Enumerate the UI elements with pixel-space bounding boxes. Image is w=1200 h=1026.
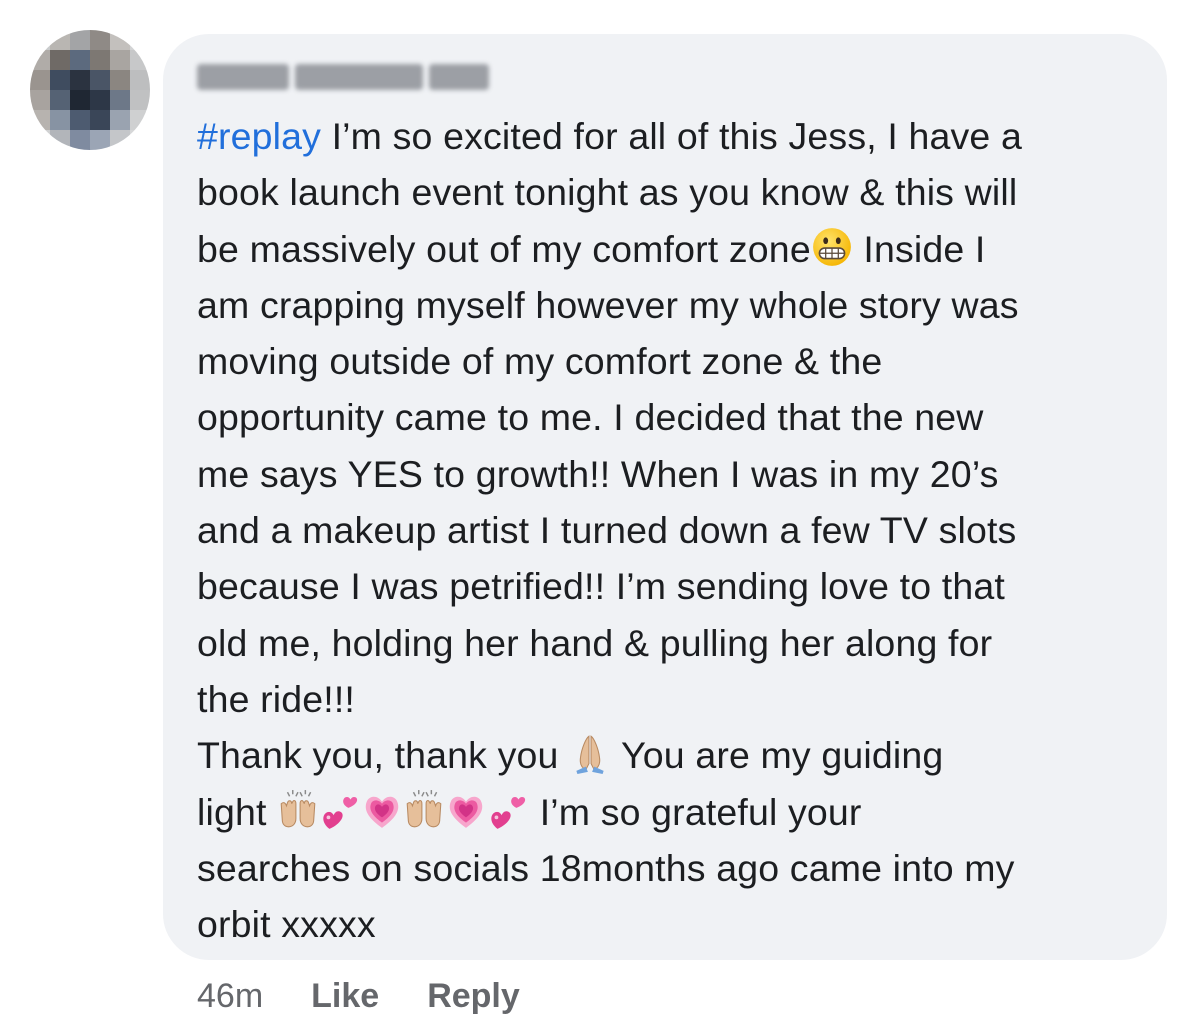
avatar-pixel [90, 90, 110, 110]
text-segment: be massively out of my comfort zone [197, 227, 811, 270]
avatar-pixel [130, 70, 150, 90]
avatar-pixel [50, 50, 70, 70]
avatar-pixel [30, 130, 50, 150]
folded-hands-icon [569, 732, 611, 775]
comment-line: old me, holding her hand & pulling her a… [197, 621, 993, 664]
comment-actions: 46m Like Reply [197, 974, 520, 1018]
growing-heart-icon [361, 789, 403, 831]
avatar-pixel [70, 130, 90, 150]
avatar-pixel [30, 110, 50, 130]
avatar-pixel [130, 130, 150, 150]
avatar-pixel [130, 50, 150, 70]
two-hearts-icon [319, 789, 361, 831]
comment-timestamp[interactable]: 46m [197, 977, 263, 1016]
avatar-pixel [90, 130, 110, 150]
avatar-pixel [70, 90, 90, 110]
raising-hands-icon [403, 789, 445, 831]
avatar-pixel [90, 50, 110, 70]
avatar-pixel [110, 50, 130, 70]
grimacing-face-icon [811, 226, 853, 268]
comment-line: searches on socials 18months ago came in… [197, 846, 1015, 889]
comment-line: and a makeup artist I turned down a few … [197, 509, 1017, 552]
avatar-pixel [130, 30, 150, 50]
avatar-pixel [90, 70, 110, 90]
growing-heart-icon [445, 789, 487, 831]
text-segment: Thank you, thank you [197, 734, 570, 777]
text-segment: I’m so grateful your [529, 790, 862, 833]
comment-text: #replay I’m so excited for all of this J… [197, 108, 1157, 952]
comment-line: because I was petrified!! I’m sending lo… [197, 565, 1005, 608]
avatar-pixel [110, 110, 130, 130]
avatar-pixel [130, 110, 150, 130]
author-name-redacted[interactable] [197, 60, 509, 94]
comment-line: Thank you, thank you You are my guiding [197, 727, 1157, 783]
avatar[interactable] [30, 30, 150, 150]
avatar-pixel [70, 50, 90, 70]
avatar-pixel [90, 30, 110, 50]
avatar-pixel [90, 110, 110, 130]
avatar-pixel [70, 30, 90, 50]
comment-line: am crapping myself however my whole stor… [197, 283, 1019, 326]
avatar-pixel [110, 30, 130, 50]
text-segment: I’m so excited for all of this Jess, I h… [321, 115, 1022, 157]
like-button[interactable]: Like [311, 977, 379, 1016]
avatar-pixel [50, 90, 70, 110]
comment-line: be massively out of my comfort zone Insi… [197, 221, 1157, 277]
avatar-pixel [50, 110, 70, 130]
comment-line: opportunity came to me. I decided that t… [197, 396, 984, 439]
comment-line: the ride!!! [197, 677, 355, 720]
avatar-pixel [70, 110, 90, 130]
raising-hands-icon [277, 789, 319, 831]
comment-line: moving outside of my comfort zone & the [197, 340, 883, 383]
comment-line: book launch event tonight as you know & … [197, 171, 1018, 214]
avatar-pixel [50, 30, 70, 50]
avatar-pixel [50, 130, 70, 150]
avatar-pixel [30, 90, 50, 110]
avatar-pixel [50, 70, 70, 90]
comment-line: me says YES to growth!! When I was in my… [197, 452, 999, 495]
text-segment: light [197, 790, 278, 833]
text-segment: You are my guiding [611, 734, 944, 777]
text-segment: Inside I [852, 227, 986, 270]
avatar-pixel [30, 30, 50, 50]
redacted-block [197, 64, 289, 90]
comment-line: orbit xxxxx [197, 903, 376, 946]
hashtag-link[interactable]: #replay [197, 115, 321, 157]
avatar-pixel [70, 70, 90, 90]
avatar-pixel [30, 70, 50, 90]
avatar-pixel [110, 70, 130, 90]
redacted-block [429, 64, 489, 90]
redacted-block [295, 64, 423, 90]
avatar-pixel [130, 90, 150, 110]
avatar-pixel [30, 50, 50, 70]
comment-line: #replay I’m so excited for all of this J… [197, 108, 1157, 164]
two-hearts-icon [487, 789, 529, 831]
reply-button[interactable]: Reply [427, 977, 520, 1016]
avatar-pixel [110, 130, 130, 150]
comment-line: light I’m so grateful your [197, 784, 1157, 840]
avatar-pixel [110, 90, 130, 110]
